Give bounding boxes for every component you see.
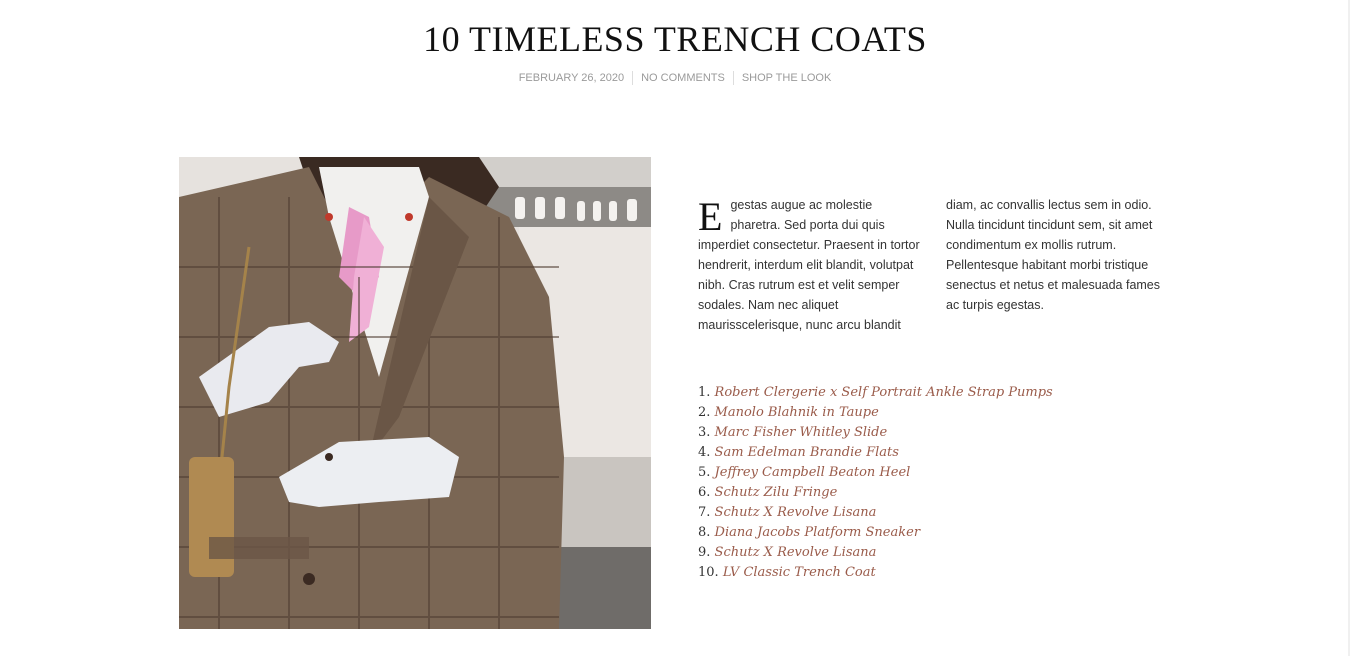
list-number: 5.: [698, 465, 711, 480]
product-link[interactable]: Manolo Blahnik in Taupe: [715, 405, 879, 420]
dropcap-letter: E: [698, 194, 723, 239]
intro-body: gestas augue ac molestie pharetra. Sed p…: [698, 198, 1161, 332]
product-link[interactable]: Marc Fisher Whitley Slide: [715, 425, 888, 440]
list-item: 9. Schutz X Revolve Lisana: [698, 543, 1053, 563]
comments-link[interactable]: NO COMMENTS: [641, 72, 725, 84]
list-item: 4. Sam Edelman Brandie Flats: [698, 443, 1053, 463]
product-link[interactable]: Diana Jacobs Platform Sneaker: [715, 525, 920, 540]
list-item: 7. Schutz X Revolve Lisana: [698, 503, 1053, 523]
list-number: 10.: [698, 565, 719, 580]
list-number: 7.: [698, 505, 711, 520]
list-number: 8.: [698, 525, 711, 540]
product-link[interactable]: Jeffrey Campbell Beaton Heel: [715, 465, 911, 480]
list-number: 4.: [698, 445, 711, 460]
list-item: 5. Jeffrey Campbell Beaton Heel: [698, 463, 1053, 483]
product-link[interactable]: Schutz X Revolve Lisana: [715, 545, 877, 560]
post-title: 10 TIMELESS TRENCH COATS: [423, 19, 927, 59]
category-link[interactable]: SHOP THE LOOK: [742, 72, 831, 84]
category-link-wrap: SHOP THE LOOK: [734, 71, 839, 85]
intro-paragraph: Egestas augue ac molestie pharetra. Sed …: [698, 195, 1168, 335]
list-number: 3.: [698, 425, 711, 440]
list-number: 6.: [698, 485, 711, 500]
post-date: FEBRUARY 26, 2020: [518, 72, 625, 84]
list-item: 1. Robert Clergerie x Self Portrait Ankl…: [698, 383, 1053, 403]
intro-text: Egestas augue ac molestie pharetra. Sed …: [698, 195, 1168, 335]
product-link[interactable]: Sam Edelman Brandie Flats: [715, 445, 899, 460]
shop-the-look-list: 1. Robert Clergerie x Self Portrait Ankl…: [698, 383, 1053, 583]
product-link[interactable]: Robert Clergerie x Self Portrait Ankle S…: [715, 385, 1053, 400]
list-item: 3. Marc Fisher Whitley Slide: [698, 423, 1053, 443]
list-number: 2.: [698, 405, 711, 420]
list-item: 10. LV Classic Trench Coat: [698, 563, 1053, 583]
product-link[interactable]: Schutz X Revolve Lisana: [715, 505, 877, 520]
post-meta: FEBRUARY 26, 2020 NO COMMENTS SHOP THE L…: [0, 71, 1350, 85]
comments-link-wrap: NO COMMENTS: [633, 71, 733, 85]
hero-photo: [179, 157, 651, 629]
product-link[interactable]: Schutz Zilu Fringe: [715, 485, 838, 500]
list-number: 9.: [698, 545, 711, 560]
list-number: 1.: [698, 385, 711, 400]
list-item: 8. Diana Jacobs Platform Sneaker: [698, 523, 1053, 543]
list-item: 6. Schutz Zilu Fringe: [698, 483, 1053, 503]
product-link[interactable]: LV Classic Trench Coat: [723, 565, 876, 580]
list-item: 2. Manolo Blahnik in Taupe: [698, 403, 1053, 423]
hero-image: [179, 157, 651, 629]
